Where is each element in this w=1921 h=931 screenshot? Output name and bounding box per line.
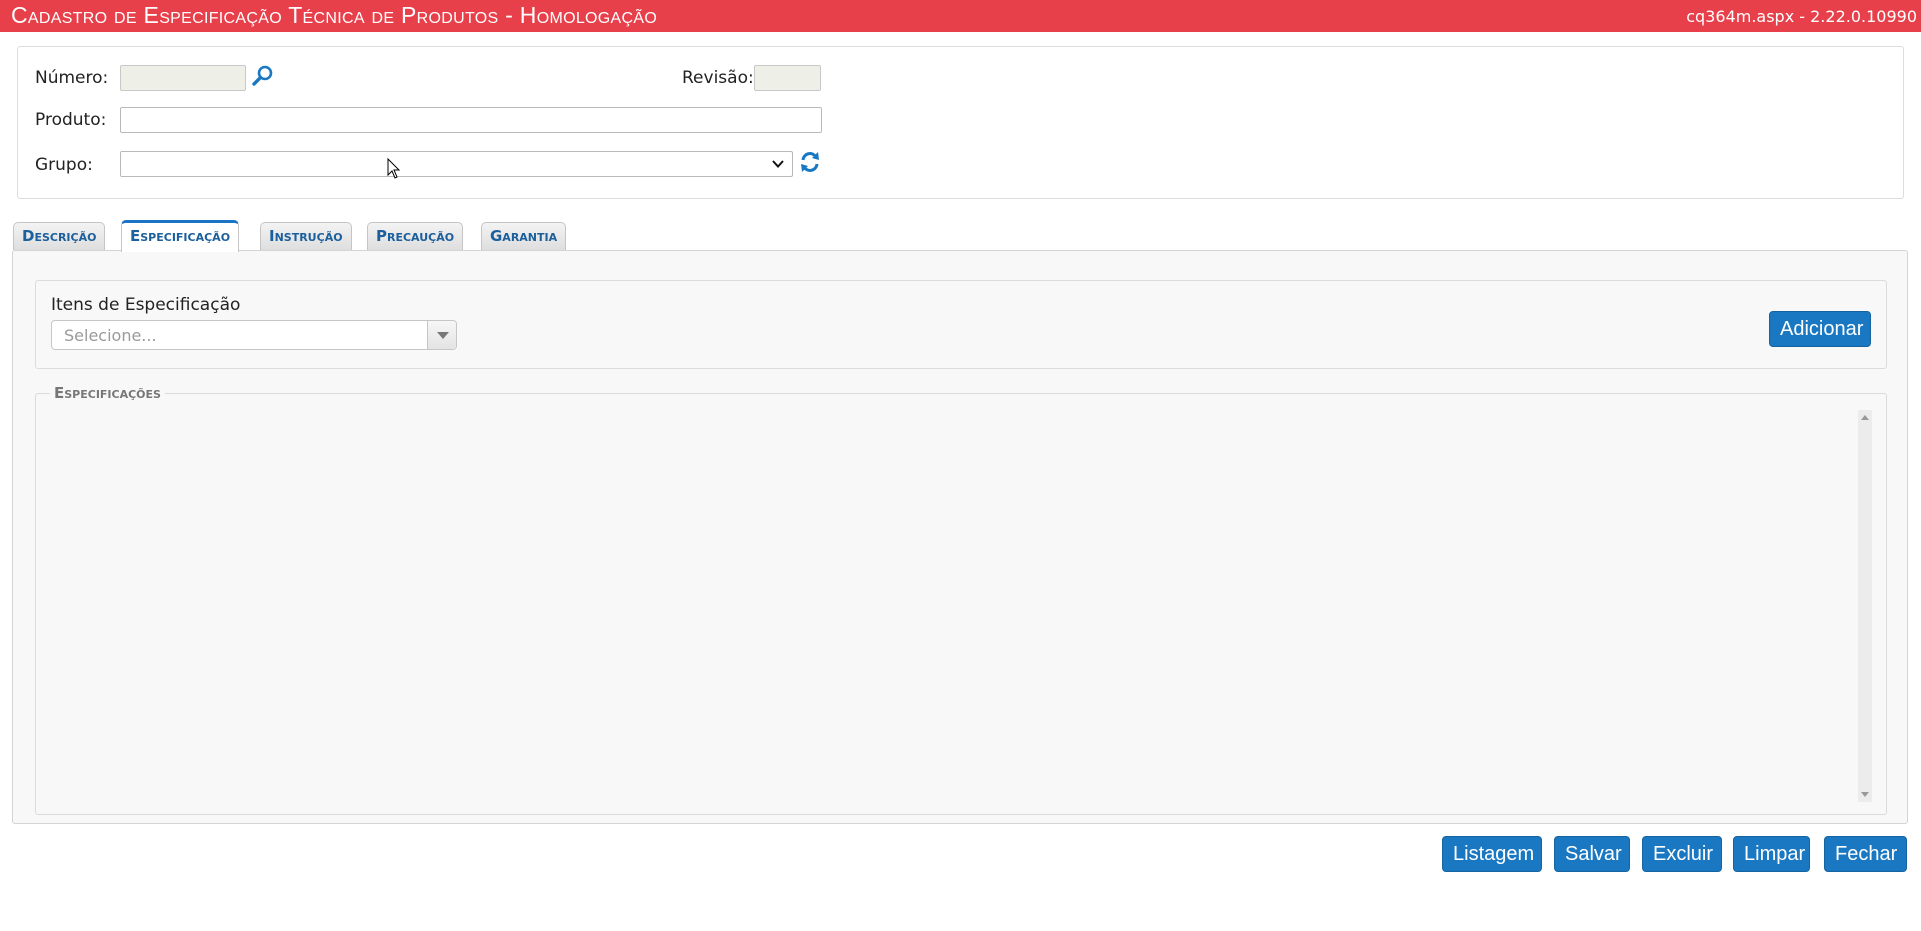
close-button[interactable]: Fechar: [1824, 836, 1907, 872]
items-label: Itens de Especificação: [51, 295, 241, 315]
items-select-placeholder: Selecione...: [64, 326, 157, 345]
revisao-input[interactable]: [754, 65, 821, 91]
clear-button[interactable]: Limpar: [1733, 836, 1810, 872]
page: Cadastro de Especificação Técnica de Pro…: [0, 0, 1921, 931]
magnifier-icon[interactable]: [251, 64, 275, 88]
page-title: Cadastro de Especificação Técnica de Pro…: [11, 2, 658, 28]
chevron-down-icon: [772, 160, 784, 168]
specifications-fieldset: Especificações: [35, 384, 1887, 815]
tab-garantia[interactable]: Garantia: [481, 222, 567, 250]
items-section: Itens de Especificação Selecione... Adic…: [35, 280, 1887, 369]
refresh-icon[interactable]: [798, 150, 822, 174]
scroll-up-icon[interactable]: [1861, 415, 1869, 420]
tab-especificacao[interactable]: Especificação: [121, 220, 240, 252]
grupo-select[interactable]: [120, 151, 793, 177]
numero-input[interactable]: [120, 65, 246, 91]
numero-label: Número:: [35, 68, 109, 88]
specifications-legend: Especificações: [50, 384, 165, 402]
mouse-cursor-icon: [387, 158, 401, 179]
add-button[interactable]: Adicionar: [1769, 311, 1871, 347]
items-select[interactable]: Selecione...: [51, 320, 457, 350]
tab-content-panel: Itens de Especificação Selecione... Adic…: [12, 250, 1908, 824]
produto-input[interactable]: [120, 107, 822, 133]
listagem-button[interactable]: Listagem: [1442, 836, 1542, 872]
grupo-label: Grupo:: [35, 155, 93, 175]
scroll-down-icon[interactable]: [1861, 792, 1869, 797]
specifications-scrollbar[interactable]: [1858, 410, 1872, 802]
revisao-label: Revisão:: [682, 68, 754, 88]
title-bar: Cadastro de Especificação Técnica de Pro…: [0, 0, 1921, 32]
dropdown-arrow-icon[interactable]: [427, 321, 456, 349]
header-form-panel: Número: Revisão: Produto: Grupo:: [17, 46, 1904, 199]
tab-precaucao[interactable]: Precaução: [367, 222, 464, 250]
tab-descricao[interactable]: Descrição: [13, 222, 106, 250]
tab-instrucao[interactable]: Instrução: [260, 222, 352, 250]
produto-label: Produto:: [35, 110, 107, 130]
delete-button[interactable]: Excluir: [1642, 836, 1722, 872]
save-button[interactable]: Salvar: [1554, 836, 1630, 872]
version-label: cq364m.aspx - 2.22.0.10990: [1686, 7, 1917, 26]
